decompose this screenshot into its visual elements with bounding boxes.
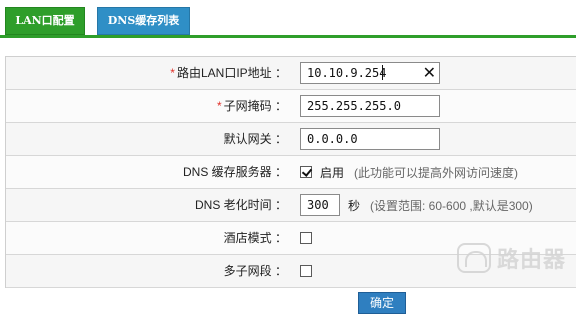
dns-aging-unit: 秒 xyxy=(348,198,361,213)
subnet-mask-field-wrap: 255.255.255.0 xyxy=(300,90,440,122)
multi-subnet-label: 多子网段 ： xyxy=(223,264,287,278)
dns-aging-label: DNS 老化时间 ： xyxy=(194,198,287,212)
row-dns-cache: DNS 缓存服务器 ： 启用 (此功能可以提高外网访问速度) xyxy=(6,156,576,189)
watermark: 路由器 xyxy=(457,240,569,276)
required-mark: * xyxy=(170,66,175,80)
row-lan-ip: * 路由LAN口IP地址 ： 10.10.9.254 ✕ xyxy=(6,57,576,90)
default-gateway-field-wrap: 0.0.0.0 xyxy=(300,123,440,155)
lan-ip-field-wrap: 10.10.9.254 ✕ xyxy=(300,57,440,89)
dns-aging-input[interactable]: 300 xyxy=(300,194,340,216)
clear-icon[interactable]: ✕ xyxy=(423,64,436,82)
row-subnet-mask: * 子网掩码 ： 255.255.255.0 xyxy=(6,90,576,123)
default-gateway-input[interactable]: 0.0.0.0 xyxy=(300,128,440,150)
tab-bar: LAN口配置 DNS缓存列表 xyxy=(0,0,576,40)
required-mark: * xyxy=(216,99,222,113)
tab-lan-config[interactable]: LAN口配置 xyxy=(5,7,85,35)
hotel-mode-label: 酒店模式 ： xyxy=(223,231,287,245)
dns-cache-label: DNS 缓存服务器 ： xyxy=(182,165,287,179)
default-gateway-label: 默认网关 ： xyxy=(223,132,287,146)
dns-aging-hint: (设置范围: 60-600 ,默认是300) xyxy=(370,198,533,213)
dns-cache-field-wrap: 启用 (此功能可以提高外网访问速度) xyxy=(300,156,518,188)
dns-cache-hint: (此功能可以提高外网访问速度) xyxy=(354,165,519,180)
tab-dns-cache-list[interactable]: DNS缓存列表 xyxy=(97,7,190,35)
dns-cache-enable-label: 启用 xyxy=(320,165,345,180)
confirm-button[interactable]: 确定 xyxy=(358,292,406,314)
router-logo-icon xyxy=(457,243,491,273)
hotel-mode-field-wrap xyxy=(300,222,312,254)
text-cursor xyxy=(382,65,383,80)
multi-subnet-checkbox[interactable] xyxy=(300,265,312,277)
subnet-mask-input[interactable]: 255.255.255.0 xyxy=(300,95,440,117)
subnet-mask-label: * 子网掩码 ： xyxy=(216,99,287,113)
lan-ip-label: * 路由LAN口IP地址 ： xyxy=(170,66,287,80)
row-default-gateway: 默认网关 ： 0.0.0.0 xyxy=(6,123,576,156)
watermark-text: 路由器 xyxy=(497,247,567,272)
dns-aging-field-wrap: 300 秒 (设置范围: 60-600 ,默认是300) xyxy=(300,189,533,221)
dns-cache-checkbox[interactable] xyxy=(300,166,312,178)
lan-ip-input[interactable]: 10.10.9.254 xyxy=(300,62,440,84)
hotel-mode-checkbox[interactable] xyxy=(300,232,312,244)
multi-subnet-field-wrap xyxy=(300,255,312,287)
row-dns-aging: DNS 老化时间 ： 300 秒 (设置范围: 60-600 ,默认是300) xyxy=(6,189,576,222)
tab-underline xyxy=(0,35,576,38)
lan-ip-input-wrap: 10.10.9.254 ✕ xyxy=(300,62,440,84)
